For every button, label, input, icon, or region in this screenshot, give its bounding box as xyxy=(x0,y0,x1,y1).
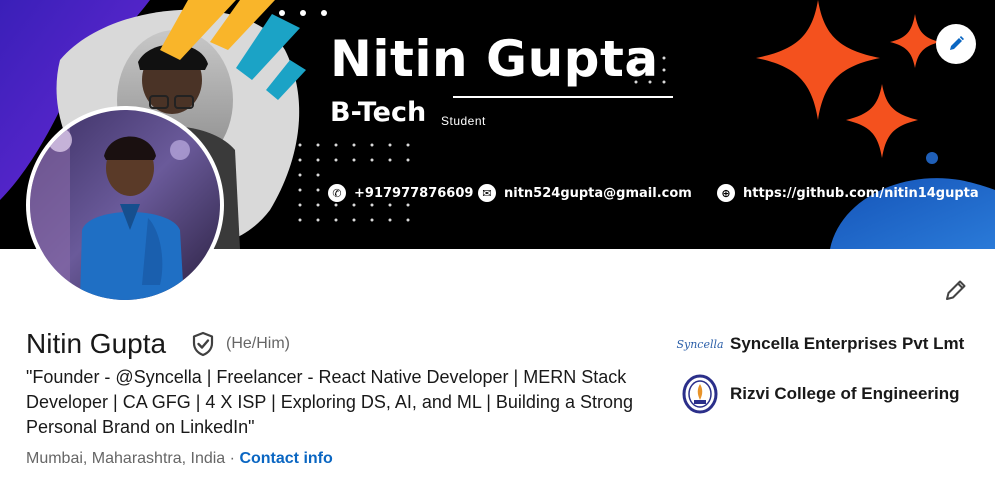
mail-icon: ✉ xyxy=(478,184,496,202)
profile-photo[interactable] xyxy=(26,106,224,304)
org-name: Rizvi College of Engineering xyxy=(730,384,960,403)
profile-name: Nitin Gupta xyxy=(26,328,167,359)
banner-email-text: nitn524gupta@gmail.com xyxy=(504,185,692,201)
globe-icon: ⊕ xyxy=(717,184,735,202)
banner-role: Student xyxy=(441,114,486,128)
banner-email: ✉ nitn524gupta@gmail.com xyxy=(478,183,692,203)
profile-location: Mumbai, Maharashtra, India xyxy=(26,450,226,467)
shield-check-icon[interactable] xyxy=(190,331,216,357)
banner-phone: ✆ +917977876609 xyxy=(328,183,473,203)
org-rizvi[interactable]: Rizvi College of Engineering xyxy=(680,374,960,414)
syncella-logo-text: Syncella xyxy=(676,337,724,351)
pencil-icon xyxy=(946,280,966,300)
profile-headline: "Founder - @Syncella | Freelancer - Reac… xyxy=(26,367,633,437)
org-name: Syncella Enterprises Pvt Lmt xyxy=(730,334,965,353)
banner-website: ⊕ https://github.com/nitin14gupta xyxy=(717,183,979,203)
phone-icon: ✆ xyxy=(328,184,346,202)
banner-name: Nitin Gupta xyxy=(330,30,659,88)
edit-banner-button[interactable] xyxy=(936,24,976,64)
banner-phone-text: +917977876609 xyxy=(354,185,474,201)
org-syncella[interactable]: Syncella Syncella Enterprises Pvt Lmt xyxy=(676,324,965,364)
pencil-icon xyxy=(950,36,964,50)
contact-info-link[interactable]: Contact info xyxy=(239,450,332,467)
profile-pronouns: (He/Him) xyxy=(226,335,290,352)
banner-website-text: https://github.com/nitin14gupta xyxy=(743,185,979,201)
location-separator: · xyxy=(229,450,235,467)
syncella-logo: Syncella xyxy=(676,324,723,364)
banner-degree: B-Tech xyxy=(330,97,427,128)
rizvi-college-logo xyxy=(680,374,720,414)
banner-underline xyxy=(453,96,673,98)
profile-photo-image xyxy=(30,110,220,300)
edit-profile-button[interactable] xyxy=(940,274,972,306)
profile-location-row: Mumbai, Maharashtra, India · Contact inf… xyxy=(26,450,333,468)
